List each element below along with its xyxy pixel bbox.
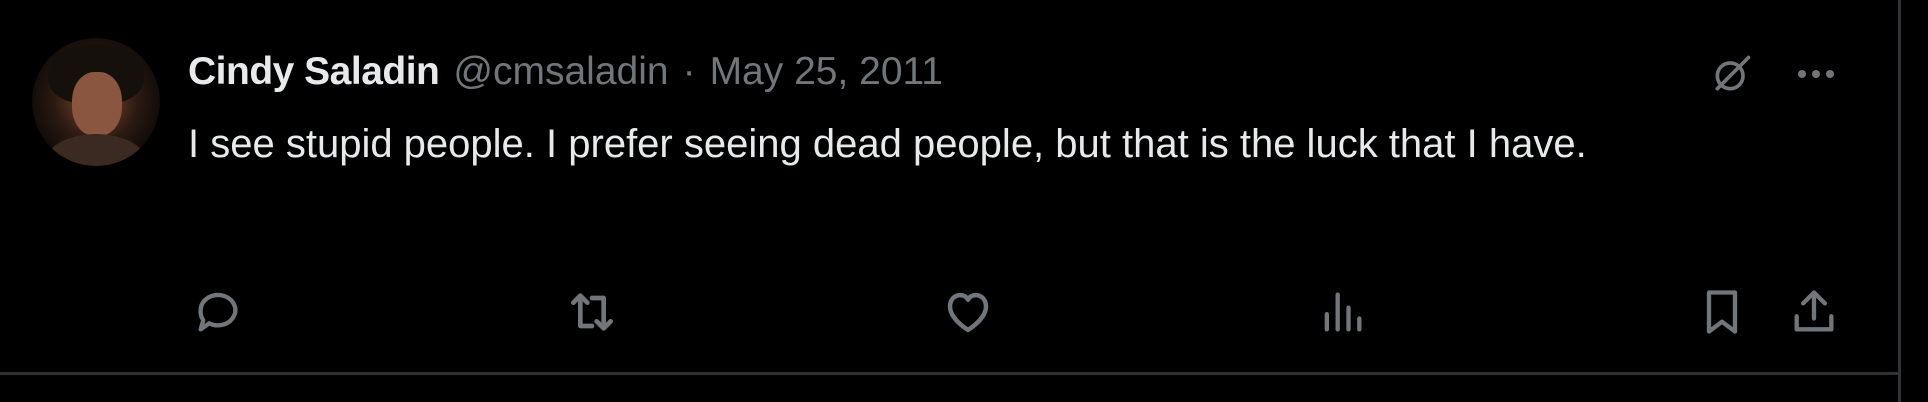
tweet-date[interactable]: May 25, 2011 (710, 50, 943, 94)
more-icon[interactable] (1788, 46, 1844, 102)
right-divider (1898, 0, 1901, 402)
repost-icon[interactable] (560, 280, 624, 344)
avatar[interactable] (32, 38, 160, 166)
author-name[interactable]: Cindy Saladin (188, 50, 440, 94)
tweet-text: I see stupid people. I prefer seeing dea… (188, 122, 1587, 166)
grok-icon[interactable] (1704, 46, 1760, 102)
like-icon[interactable] (936, 280, 1000, 344)
avatar-body (44, 134, 148, 166)
bookmark-icon[interactable] (1690, 280, 1754, 344)
reply-icon[interactable] (186, 280, 250, 344)
bottom-divider (0, 372, 1901, 375)
share-icon[interactable] (1782, 280, 1846, 344)
views-icon[interactable] (1310, 280, 1374, 344)
avatar-face (72, 72, 122, 136)
tweet-header: Cindy Saladin @cmsaladin · May 25, 2011 (188, 44, 943, 100)
author-handle[interactable]: @cmsaladin (453, 50, 668, 94)
tweet[interactable]: Cindy Saladin @cmsaladin · May 25, 2011 … (0, 0, 1898, 372)
separator-dot: · (682, 50, 696, 93)
